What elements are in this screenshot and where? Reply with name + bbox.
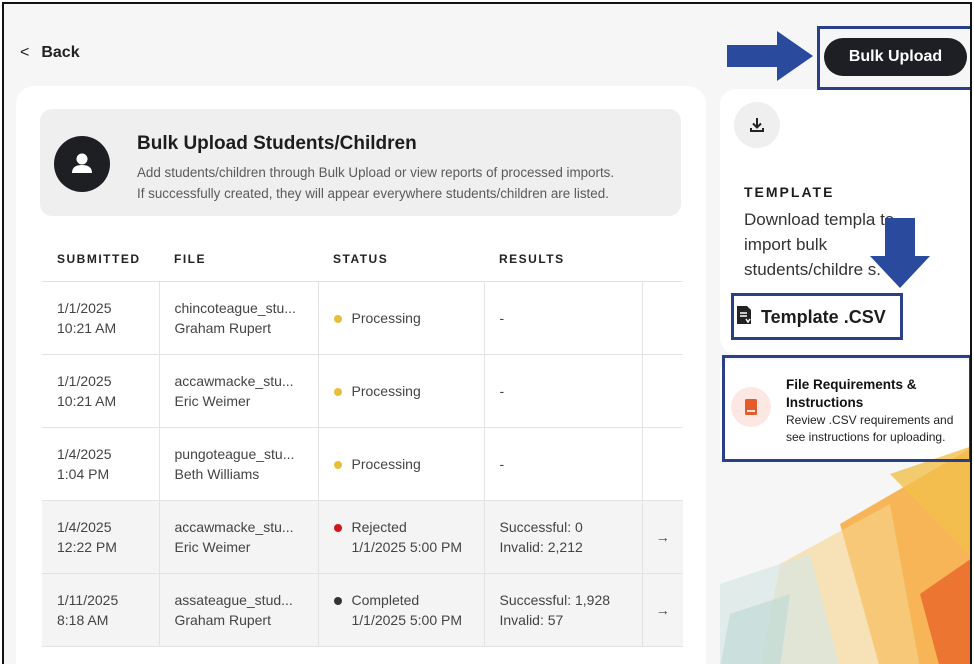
- status-date: 1/1/2025 5:00 PM: [351, 538, 463, 555]
- results-cell: -: [484, 427, 643, 501]
- column-header-results: RESULTS: [484, 238, 642, 282]
- uploader-name: Beth Williams: [174, 465, 260, 482]
- submitted-time: 1:04 PM: [57, 465, 110, 482]
- bulk-upload-hero: Bulk Upload Students/Children Add studen…: [40, 109, 681, 216]
- page-description: Add students/children through Bulk Uploa…: [137, 165, 615, 201]
- annotation-highlight-bulk-upload: [817, 26, 970, 90]
- status-label: Rejected: [351, 518, 407, 535]
- status-dot-icon: [333, 523, 342, 532]
- status-dot-icon: [333, 460, 342, 469]
- file-name: chincoteague_stu...: [174, 299, 296, 316]
- annotation-highlight-requirements: [722, 355, 970, 462]
- table-row[interactable]: 1/4/2025 12:22 PM accawmacke_stu... Eric We…: [42, 500, 683, 574]
- status-cell: Completed 1/1/2025 5:00 PM: [318, 573, 485, 647]
- file-cell: assateague_stud... Graham Rupert: [159, 573, 319, 647]
- submitted-time: 10:21 AM: [57, 392, 117, 409]
- status-cell: Processing: [318, 427, 485, 501]
- result-invalid: Invalid: 2,212: [499, 538, 583, 555]
- column-header-status: STATUS: [318, 238, 484, 282]
- results-cell: -: [484, 281, 643, 355]
- status-label: Completed: [351, 591, 420, 608]
- uploader-name: Eric Weimer: [174, 392, 251, 409]
- status-cell: Rejected 1/1/2025 5:00 PM: [318, 500, 485, 574]
- back-button[interactable]: < Back: [20, 44, 80, 62]
- status-dot-icon: [333, 314, 342, 323]
- submitted-date: 1/11/2025: [57, 591, 119, 608]
- submitted-cell: 1/1/2025 10:21 AM: [42, 281, 160, 355]
- file-name: pungoteague_stu...: [174, 445, 295, 462]
- uploader-name: Graham Rupert: [174, 611, 271, 628]
- submitted-time: 12:22 PM: [57, 538, 117, 555]
- file-name: assateague_stud...: [174, 591, 293, 608]
- submitted-date: 1/1/2025: [57, 372, 112, 389]
- user-icon: [54, 136, 110, 192]
- arrow-right-icon[interactable]: →: [656, 529, 670, 545]
- file-cell: accawmacke_stu... Eric Weimer: [159, 354, 319, 428]
- result-successful: Successful: 1,928: [499, 591, 611, 608]
- submitted-cell: 1/4/2025 1:04 PM: [42, 427, 160, 501]
- result-successful: Successful: 0: [499, 518, 583, 535]
- submitted-date: 1/4/2025: [57, 518, 112, 535]
- submitted-cell: 1/4/2025 12:22 PM: [42, 500, 160, 574]
- action-cell: [642, 281, 683, 355]
- annotation-arrow-down-icon: [870, 218, 930, 288]
- status-label: Processing: [351, 309, 421, 326]
- status-label: Processing: [351, 455, 421, 472]
- uploader-name: Graham Rupert: [174, 319, 271, 336]
- submitted-cell: 1/1/2025 10:21 AM: [42, 354, 160, 428]
- table-row: 1/1/2025 10:21 AM chincoteague_stu... Graha…: [42, 281, 683, 355]
- app-frame: < Back Bulk Upload Students/Children Add…: [2, 2, 972, 664]
- status-date: 1/1/2025 5:00 PM: [351, 611, 463, 628]
- page-title: Bulk Upload Students/Children: [137, 133, 417, 154]
- annotation-arrow-right-icon: [727, 31, 813, 81]
- chevron-left-icon: <: [20, 44, 30, 61]
- file-name: accawmacke_stu...: [174, 518, 294, 535]
- submitted-time: 8:18 AM: [57, 611, 109, 628]
- status-dot-icon: [333, 387, 342, 396]
- file-name: accawmacke_stu...: [174, 372, 294, 389]
- back-label: Back: [41, 44, 80, 61]
- action-cell: →: [642, 573, 683, 647]
- status-cell: Processing: [318, 354, 485, 428]
- status-label: Processing: [351, 382, 421, 399]
- results-cell: Successful: 0 Invalid: 2,212: [484, 500, 643, 574]
- submitted-cell: 1/11/2025 8:18 AM: [42, 573, 160, 647]
- template-heading: TEMPLATE: [744, 184, 835, 200]
- column-header-submitted: SUBMITTED: [42, 238, 159, 282]
- column-header-action: [642, 238, 683, 282]
- table-row: 1/4/2025 1:04 PM pungoteague_stu... Beth Wi…: [42, 427, 683, 501]
- column-header-file: FILE: [159, 238, 318, 282]
- file-cell: pungoteague_stu... Beth Williams: [159, 427, 319, 501]
- action-cell: →: [642, 500, 683, 574]
- result-successful: -: [499, 455, 505, 472]
- submitted-date: 1/1/2025: [57, 299, 112, 316]
- results-cell: Successful: 1,928 Invalid: 57: [484, 573, 643, 647]
- download-icon[interactable]: [734, 102, 780, 148]
- result-successful: -: [499, 382, 505, 399]
- decorative-pattern: [720, 446, 970, 664]
- status-cell: Processing: [318, 281, 485, 355]
- submitted-date: 1/4/2025: [57, 445, 112, 462]
- annotation-highlight-template: [731, 293, 903, 340]
- uploader-name: Eric Weimer: [174, 538, 251, 555]
- uploads-table: SUBMITTED FILE STATUS RESULTS 1/1/2025 10…: [42, 238, 683, 647]
- action-cell: [642, 427, 683, 501]
- submitted-time: 10:21 AM: [57, 319, 117, 336]
- result-successful: -: [499, 309, 505, 326]
- file-cell: chincoteague_stu... Graham Rupert: [159, 281, 319, 355]
- action-cell: [642, 354, 683, 428]
- status-dot-icon: [333, 596, 342, 605]
- table-row[interactable]: 1/11/2025 8:18 AM assateague_stud... Graham…: [42, 573, 683, 647]
- file-cell: accawmacke_stu... Eric Weimer: [159, 500, 319, 574]
- arrow-right-icon[interactable]: →: [656, 602, 670, 618]
- table-row: 1/1/2025 10:21 AM accawmacke_stu... Eric We…: [42, 354, 683, 428]
- table-header-row: SUBMITTED FILE STATUS RESULTS: [42, 238, 683, 282]
- result-invalid: Invalid: 57: [499, 611, 564, 628]
- results-cell: -: [484, 354, 643, 428]
